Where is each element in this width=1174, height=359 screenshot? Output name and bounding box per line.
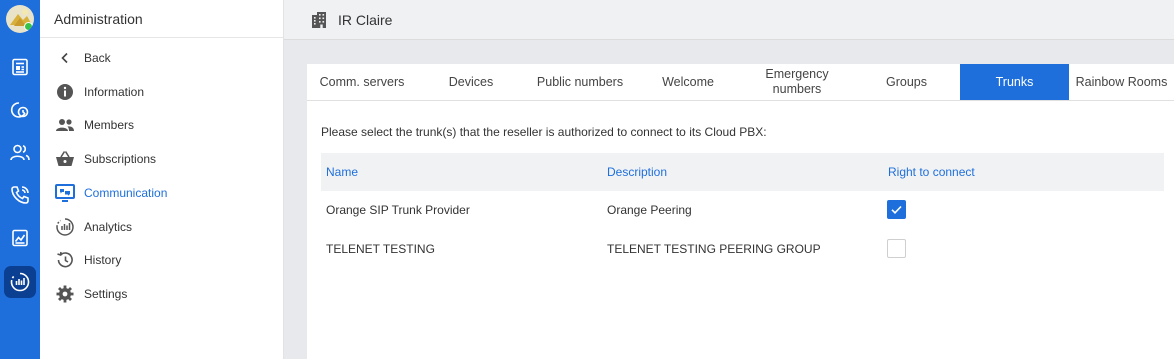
tab-welcome[interactable]: Welcome	[635, 64, 741, 100]
sidebar-item-label: Members	[84, 118, 135, 132]
tab-rainbow-rooms[interactable]: Rainbow Rooms	[1069, 64, 1174, 100]
tab-bar: Comm. servers Devices Public numbers Wel…	[307, 64, 1174, 101]
column-header-right-to-connect[interactable]: Right to connect	[888, 153, 975, 191]
rail-calls-icon[interactable]	[0, 178, 40, 212]
presence-status-icon	[24, 22, 33, 31]
trunk-description: TELENET TESTING PEERING GROUP	[607, 242, 821, 256]
trunk-name: TELENET TESTING	[326, 242, 435, 256]
page-header: IR Claire	[284, 0, 1174, 40]
tab-public-numbers[interactable]: Public numbers	[525, 64, 635, 100]
info-icon	[54, 81, 76, 103]
tab-groups[interactable]: Groups	[853, 64, 960, 100]
sidebar-item-label: Settings	[84, 287, 128, 301]
table-row: Orange SIP Trunk Provider Orange Peering	[321, 191, 1164, 229]
building-icon	[310, 11, 328, 29]
sidebar-item-subscriptions[interactable]: Subscriptions	[54, 148, 156, 170]
sidebar-title: Administration	[40, 0, 283, 38]
gear-icon	[54, 283, 76, 305]
admin-sidebar: Administration Back Information Members …	[40, 0, 284, 359]
app-rail	[0, 0, 40, 359]
communication-icon	[54, 182, 76, 204]
sidebar-item-label: Information	[84, 85, 145, 99]
rail-admin-icon[interactable]	[4, 266, 36, 298]
right-to-connect-checkbox[interactable]	[887, 239, 906, 258]
trunk-name: Orange SIP Trunk Provider	[326, 203, 470, 217]
tab-devices[interactable]: Devices	[417, 64, 525, 100]
sidebar-item-label: Communication	[84, 186, 168, 200]
sidebar-item-members[interactable]: Members	[54, 114, 134, 136]
sidebar-item-label: History	[84, 253, 122, 267]
tab-emergency-numbers[interactable]: Emergency numbers	[741, 64, 853, 100]
history-icon	[54, 249, 76, 271]
table-header: Name Description Right to connect	[321, 153, 1164, 191]
tab-trunks[interactable]: Trunks	[960, 64, 1069, 100]
sidebar-item-label: Subscriptions	[84, 152, 157, 166]
right-to-connect-checkbox[interactable]	[887, 200, 906, 219]
sidebar-item-analytics[interactable]: Analytics	[54, 216, 132, 238]
table-row: TELENET TESTING TELENET TESTING PEERING …	[321, 230, 1164, 268]
rail-news-icon[interactable]	[0, 50, 40, 84]
avatar[interactable]	[6, 5, 34, 33]
sidebar-item-settings[interactable]: Settings	[54, 283, 127, 305]
tab-comm-servers[interactable]: Comm. servers	[307, 64, 417, 100]
page-title: IR Claire	[338, 11, 393, 28]
rail-reports-icon[interactable]	[0, 221, 40, 255]
column-header-description[interactable]: Description	[607, 153, 667, 191]
sidebar-item-history[interactable]: History	[54, 249, 121, 271]
sidebar-item-information[interactable]: Information	[54, 81, 144, 103]
checkmark-icon	[891, 205, 902, 214]
sidebar-item-label: Analytics	[84, 220, 133, 234]
analytics-icon	[54, 216, 76, 238]
column-header-name[interactable]: Name	[326, 153, 358, 191]
trunks-intro-text: Please select the trunk(s) that the rese…	[321, 125, 767, 139]
rail-meetings-icon[interactable]	[0, 93, 40, 127]
basket-icon	[54, 148, 76, 170]
chevron-left-icon	[54, 47, 76, 69]
sidebar-item-back[interactable]: Back	[54, 47, 111, 69]
trunk-description: Orange Peering	[607, 203, 692, 217]
members-icon	[54, 114, 76, 136]
content-panel: Comm. servers Devices Public numbers Wel…	[307, 64, 1174, 359]
sidebar-item-label: Back	[84, 51, 111, 65]
sidebar-item-communication[interactable]: Communication	[54, 182, 167, 204]
rail-contacts-icon[interactable]	[0, 136, 40, 170]
